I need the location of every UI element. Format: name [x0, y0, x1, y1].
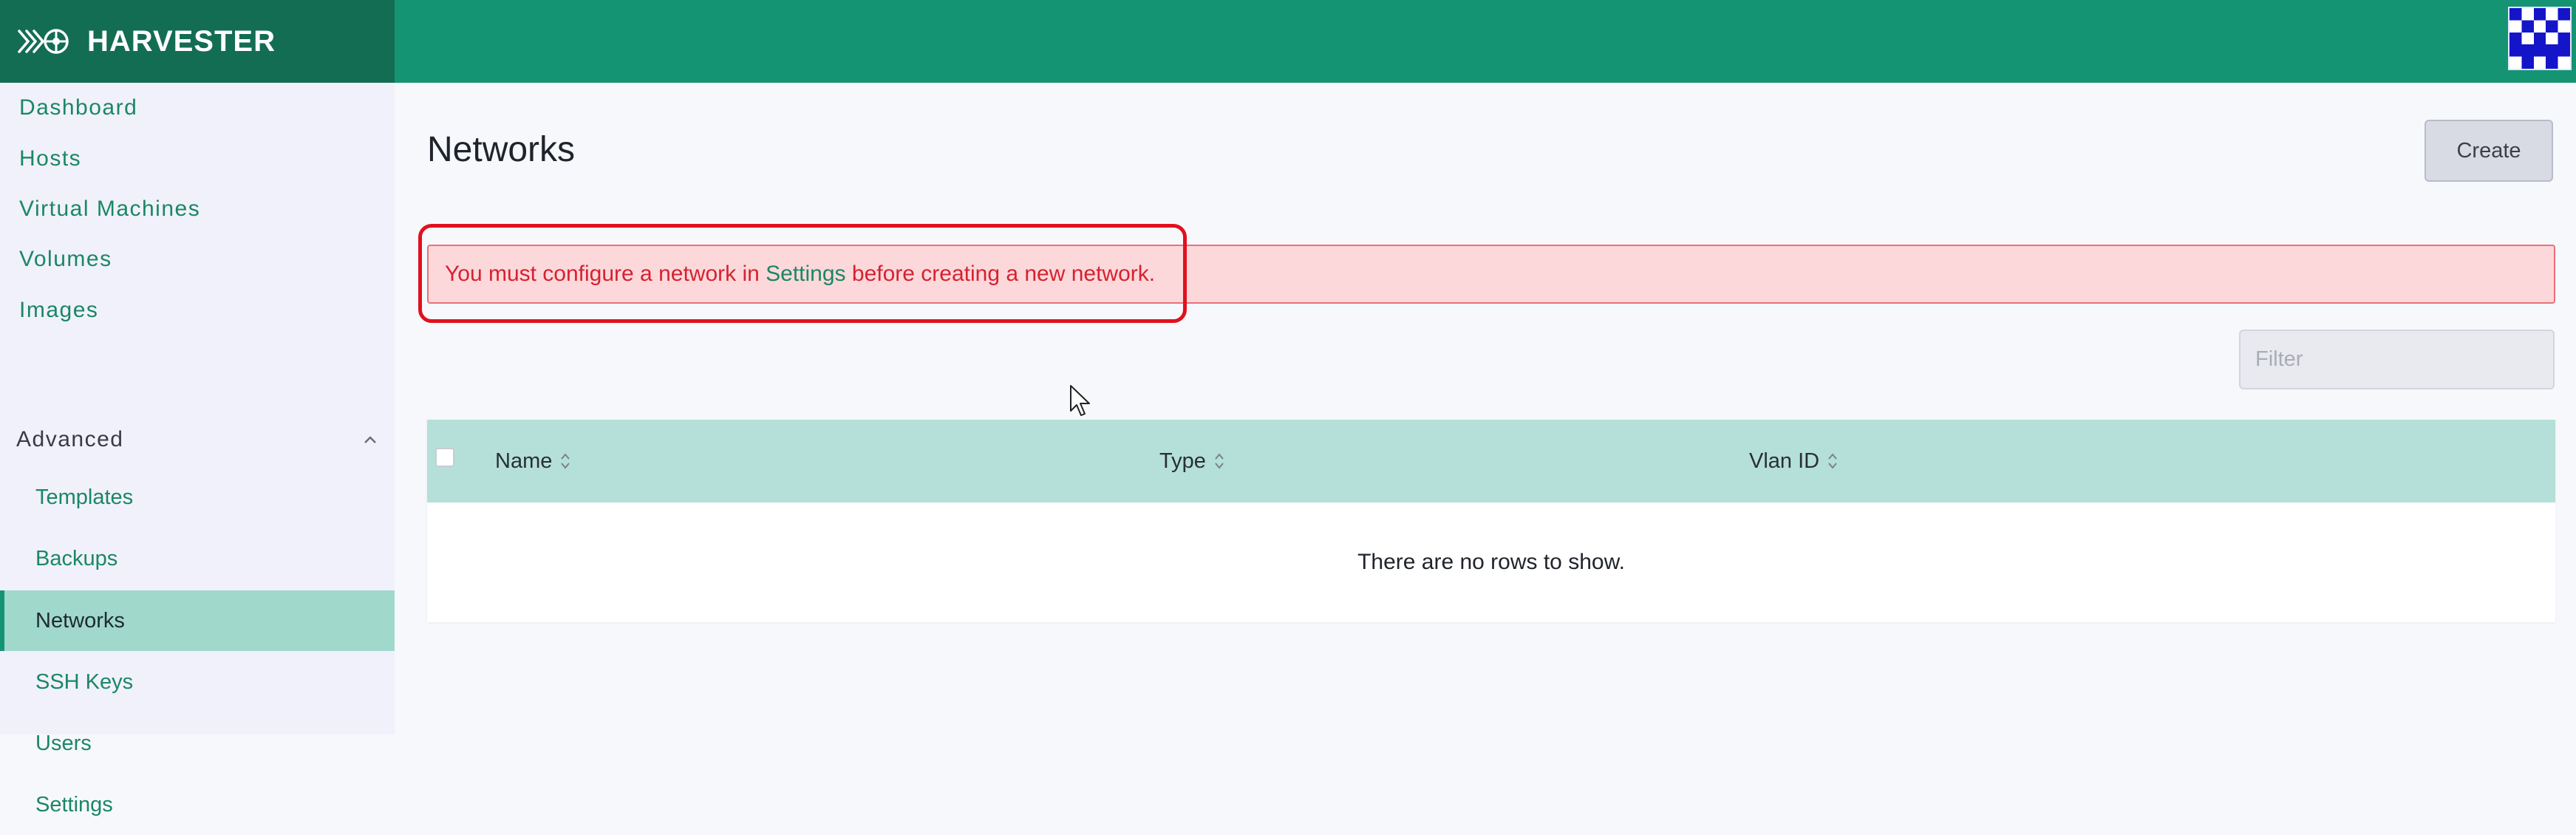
empty-table-message: There are no rows to show.: [1357, 550, 1625, 574]
sidebar-item-label: Backups: [35, 546, 118, 570]
sidebar-group-label: Advanced: [16, 427, 124, 451]
chevron-up-icon: [364, 436, 376, 443]
brand[interactable]: HARVESTER: [0, 0, 395, 83]
column-header-name[interactable]: Name: [495, 420, 571, 502]
sidebar-item-backups[interactable]: Backups: [0, 528, 395, 589]
sidebar-item-dashboard[interactable]: Dashboard: [19, 93, 137, 123]
sort-icon: [1828, 453, 1837, 469]
sidebar-item-hosts[interactable]: Hosts: [19, 144, 81, 174]
sidebar-item-networks[interactable]: Networks: [0, 590, 395, 651]
brand-name: HARVESTER: [87, 24, 276, 58]
harvester-logo-icon: [18, 29, 69, 54]
sidebar-item-label: SSH Keys: [35, 669, 134, 694]
sidebar: Dashboard Hosts Virtual Machines Volumes…: [0, 83, 395, 817]
create-button[interactable]: Create: [2425, 120, 2553, 182]
column-header-type[interactable]: Type: [1159, 420, 1225, 502]
networks-table: Name Type Vlan ID There are no rows to s…: [427, 420, 2555, 622]
sidebar-group-advanced[interactable]: Advanced: [16, 419, 378, 460]
sidebar-item-templates[interactable]: Templates: [0, 467, 395, 528]
annotation-highlight-box: [418, 224, 1187, 323]
sidebar-item-label: Networks: [35, 608, 125, 633]
page-title: Networks: [427, 130, 576, 169]
column-label: Type: [1159, 449, 1206, 473]
sidebar-item-users[interactable]: Users: [0, 713, 395, 774]
sidebar-item-images[interactable]: Images: [19, 296, 98, 325]
select-all-checkbox[interactable]: [435, 448, 454, 467]
sort-icon: [561, 453, 570, 469]
top-header: HARVESTER: [0, 0, 2576, 83]
sidebar-item-volumes[interactable]: Volumes: [19, 245, 112, 274]
sidebar-item-label: Users: [35, 731, 92, 755]
column-header-vlan-id[interactable]: Vlan ID: [1749, 420, 1839, 502]
table-header: Name Type Vlan ID: [427, 420, 2555, 502]
sidebar-item-label: Settings: [35, 792, 113, 817]
sidebar-item-virtual-machines[interactable]: Virtual Machines: [19, 194, 200, 224]
user-avatar-icon[interactable]: [2508, 7, 2572, 70]
sidebar-item-label: Templates: [35, 485, 134, 509]
sidebar-item-ssh-keys[interactable]: SSH Keys: [0, 652, 395, 712]
column-label: Vlan ID: [1749, 449, 1820, 473]
mouse-cursor-icon: [1070, 385, 1090, 416]
sidebar-item-settings[interactable]: Settings: [0, 774, 395, 835]
filter-input[interactable]: [2239, 330, 2555, 389]
column-label: Name: [495, 449, 553, 473]
sort-icon: [1215, 453, 1224, 469]
